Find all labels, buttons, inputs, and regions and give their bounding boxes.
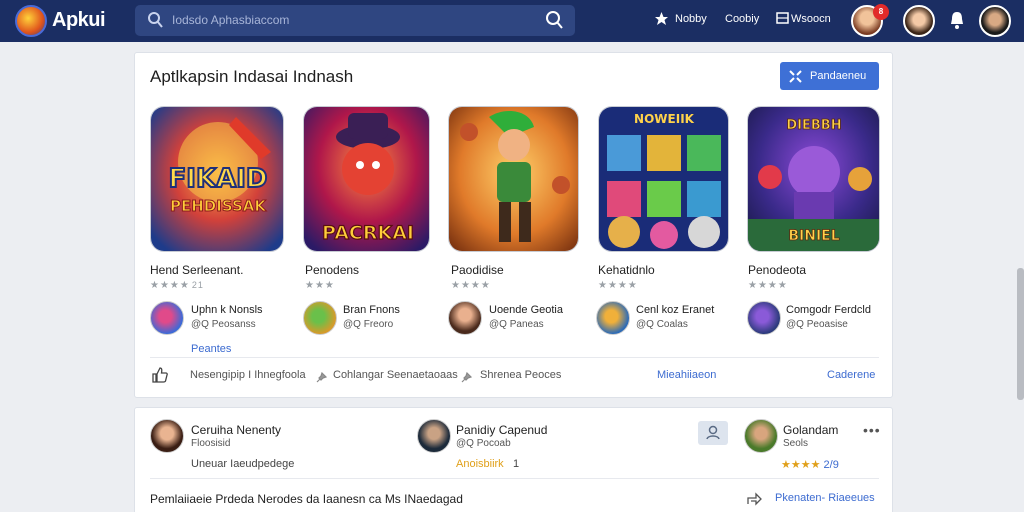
- thumbs-up-icon[interactable]: [151, 366, 169, 389]
- nav-item-1[interactable]: Nobby: [675, 13, 707, 25]
- feed-user-name-1[interactable]: Ceruiha Nenenty: [191, 423, 281, 437]
- feed-avatar-2[interactable]: [417, 419, 451, 453]
- feed-user-sub-3: Seols: [783, 438, 809, 449]
- feed-card: Ceruiha Nenenty Floosisid Uneuar Iaeudpe…: [134, 407, 893, 512]
- search-submit-icon[interactable]: [545, 10, 563, 35]
- dev-avatar-2[interactable]: [303, 301, 337, 335]
- rating-stars-5: ★★★★: [748, 280, 788, 291]
- app-name-1[interactable]: Hend Serleenant.: [150, 263, 243, 277]
- feed-user-row-1: Uneuar Iaeudpedege: [191, 458, 295, 470]
- rating-stars-1: ★★★★ 21: [150, 280, 204, 291]
- feed-user-sub-1: Floosisid: [191, 438, 231, 449]
- dev-handle-3: @Q Paneas: [489, 319, 544, 330]
- tile-5-subtitle: BINIEL: [788, 228, 839, 244]
- app-tile-5[interactable]: DIEBBH BINIEL: [747, 106, 880, 252]
- page-scrollbar[interactable]: [1017, 268, 1024, 400]
- app-tile-1[interactable]: FIKAID PEHDISSAK: [150, 106, 284, 252]
- dev-avatar-4[interactable]: [596, 301, 630, 335]
- tile-2-title: PACRKAI: [322, 222, 414, 244]
- feed-avatar-3[interactable]: [744, 419, 778, 453]
- share-icon[interactable]: [746, 490, 762, 511]
- pin-icon-2: [461, 370, 473, 388]
- tile-1-subtitle: PEHDISSAK: [170, 197, 267, 215]
- app-tile-2[interactable]: PACRKAI: [303, 106, 430, 252]
- footer-item-3[interactable]: Shrenea Peoces: [480, 369, 561, 381]
- dev-name-3[interactable]: Uoende Geotia: [489, 304, 563, 316]
- nav-item-3[interactable]: Wsoocn: [791, 13, 831, 25]
- dev-name-5[interactable]: Comgodr Ferdcld: [786, 304, 871, 316]
- dev-name-1[interactable]: Uphn k Nonsls: [191, 304, 263, 316]
- grid-nav-icon[interactable]: [776, 11, 789, 30]
- app-name-3[interactable]: Paodidise: [451, 263, 504, 277]
- feed-user-name-2[interactable]: Panidiy Capenud: [456, 423, 547, 437]
- user-action-button[interactable]: [698, 421, 728, 445]
- rating-stars-2: ★★★: [305, 280, 335, 291]
- dev-avatar-5[interactable]: [747, 301, 781, 335]
- app-name-2[interactable]: Penodens: [305, 263, 359, 277]
- top-bar: Apkui Iodsdo Aphasbiaccom Nobby Coobiy W…: [0, 0, 1024, 42]
- header-action-button[interactable]: Pandaeneu: [780, 62, 879, 90]
- footer-link-1[interactable]: Mieahiiaeon: [657, 369, 716, 381]
- footer-link-2[interactable]: Caderene: [827, 369, 875, 381]
- pin-icon: [316, 370, 328, 388]
- dev-avatar-3[interactable]: [448, 301, 482, 335]
- dev-handle-2: @Q Freoro: [343, 319, 394, 330]
- divider: [150, 357, 879, 358]
- rating-stars-4: ★★★★: [598, 280, 638, 291]
- more-options-icon[interactable]: •••: [863, 422, 881, 438]
- post-text: Pemlaiiaeie Prdeda Nerodes da Iaanesn ca…: [150, 492, 463, 506]
- footer-item-2[interactable]: Cohlangar Seenaetaoaas: [333, 369, 458, 381]
- share-link[interactable]: Pkenaten- Riaeeues: [775, 492, 875, 504]
- bell-icon[interactable]: [948, 10, 966, 35]
- expand-icon: [789, 70, 802, 86]
- tile-4-title: NOWEIIK: [634, 112, 695, 126]
- search-bar[interactable]: Iodsdo Aphasbiaccom: [135, 5, 575, 36]
- account-avatar[interactable]: [979, 5, 1011, 37]
- nav-item-2[interactable]: Coobiy: [725, 13, 759, 25]
- featured-apps-card: Aptlkapsin Indasai Indnash Pandaeneu FIK…: [134, 52, 893, 398]
- user-icon: [706, 425, 720, 440]
- brand-name[interactable]: Apkui: [52, 9, 106, 32]
- footer-item-1[interactable]: Nesengipip I Ihnegfoola: [190, 369, 306, 381]
- dev-link[interactable]: Peantes: [191, 343, 231, 355]
- search-placeholder[interactable]: Iodsdo Aphasbiaccom: [172, 13, 289, 27]
- rating-stars-3: ★★★★: [451, 280, 491, 291]
- app-tile-4[interactable]: NOWEIIK: [598, 106, 729, 252]
- feed-avatar-1[interactable]: [150, 419, 184, 453]
- feed-user-name-3[interactable]: Golandam: [783, 423, 838, 437]
- dev-handle-5: @Q Peoasise: [786, 319, 848, 330]
- app-tile-3[interactable]: [448, 106, 579, 252]
- dev-handle-1: @Q Peosanss: [191, 319, 256, 330]
- dev-name-2[interactable]: Bran Fnons: [343, 304, 400, 316]
- feed-user-count-2: 1: [513, 458, 520, 470]
- star-nav-icon[interactable]: [654, 11, 669, 31]
- tile-1-title: FIKAID: [169, 164, 268, 194]
- tile-5-title: DIEBBH: [786, 118, 841, 133]
- search-icon: [147, 11, 163, 34]
- dev-avatar-1[interactable]: [150, 301, 184, 335]
- app-name-5[interactable]: Penodeota: [748, 263, 806, 277]
- app-name-4[interactable]: Kehatidnlo: [598, 263, 655, 277]
- app-logo-icon[interactable]: [15, 5, 47, 37]
- feed-divider: [150, 478, 879, 479]
- feed-user-row-2: Anoisbiirk: [456, 458, 504, 470]
- section-title: Aptlkapsin Indasai Indnash: [150, 67, 354, 86]
- dev-name-4[interactable]: Cenl koz Eranet: [636, 304, 714, 316]
- dev-handle-4: @Q Coalas: [636, 319, 688, 330]
- feed-user-sub-2: @Q Pocoab: [456, 438, 511, 449]
- profile-avatar[interactable]: [903, 5, 935, 37]
- notification-badge[interactable]: 8: [873, 4, 889, 20]
- feed-rating-stars: ★★★★ 2/9: [781, 459, 839, 471]
